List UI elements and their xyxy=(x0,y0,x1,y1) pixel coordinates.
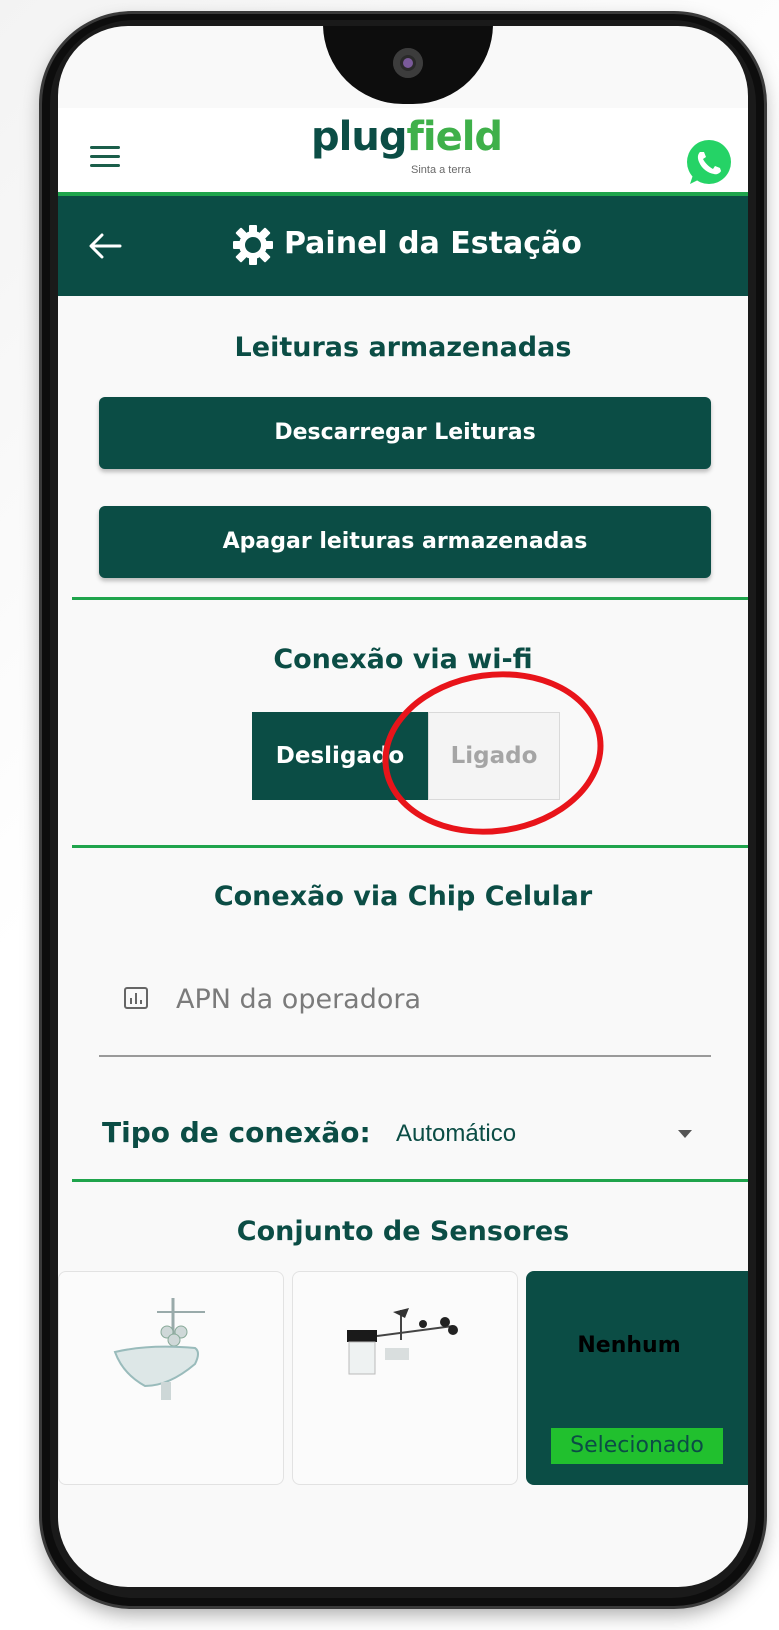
section-divider xyxy=(72,597,748,600)
none-option-label: Nenhum xyxy=(577,1333,681,1358)
connection-type-select[interactable]: Automático xyxy=(396,1120,516,1148)
sensor-card-1[interactable] xyxy=(58,1271,284,1485)
sensor-card-2[interactable] xyxy=(292,1271,518,1485)
connection-type-label: Tipo de conexão: xyxy=(102,1116,371,1149)
dropdown-arrow-icon[interactable] xyxy=(678,1130,692,1138)
section-divider xyxy=(72,1179,748,1182)
section-divider xyxy=(72,845,748,848)
annotation-circle xyxy=(371,657,615,849)
gear-icon xyxy=(233,225,273,265)
download-readings-button[interactable]: Descarregar Leituras xyxy=(99,397,711,469)
sensor-set-cards: Nenhum Selecionado xyxy=(58,1271,748,1486)
wifi-section-title: Conexão via wi-fi xyxy=(273,644,533,675)
sensors-section-title: Conjunto de Sensores xyxy=(236,1216,570,1247)
signal-chart-icon xyxy=(124,987,148,1009)
apn-input-underline xyxy=(99,1055,711,1057)
sensor-card-none[interactable]: Nenhum Selecionado xyxy=(526,1271,748,1485)
plugfield-logo: plugfield Sinta a terra xyxy=(311,108,511,184)
page-title: Painel da Estação xyxy=(284,226,582,261)
cellular-section-title: Conexão via Chip Celular xyxy=(213,881,593,912)
apn-input[interactable] xyxy=(174,978,678,1020)
back-arrow-icon[interactable] xyxy=(88,232,122,260)
logo-plug-text: plug xyxy=(311,114,407,160)
app-bar: plugfield Sinta a terra xyxy=(58,108,748,196)
station-panel-header: Painel da Estação xyxy=(58,196,748,296)
selected-badge: Selecionado xyxy=(551,1428,723,1464)
weather-station-icon xyxy=(347,1308,458,1375)
logo-field-text: field xyxy=(406,114,503,160)
stored-readings-title: Leituras armazenadas xyxy=(234,332,572,363)
delete-readings-button[interactable]: Apagar leituras armazenadas xyxy=(99,506,711,578)
whatsapp-icon[interactable] xyxy=(684,138,734,188)
weather-station-icon xyxy=(113,1298,205,1400)
phone-screen: plugfield Sinta a terra Painel da Estaçã… xyxy=(58,26,748,1587)
menu-icon[interactable] xyxy=(90,146,120,168)
logo-tagline: Sinta a terra xyxy=(411,164,471,176)
front-camera-icon xyxy=(393,48,423,78)
